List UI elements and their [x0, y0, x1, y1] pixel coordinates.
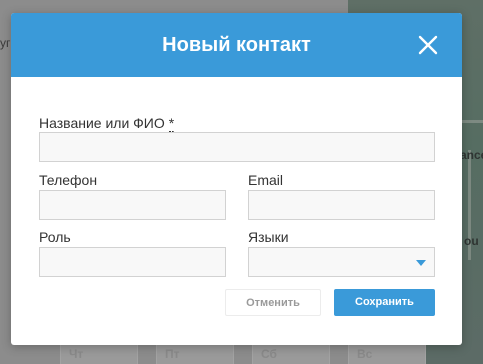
languages-label: Языки	[248, 229, 289, 245]
phone-label: Телефон	[39, 172, 98, 188]
close-icon	[418, 35, 438, 55]
save-button[interactable]: Сохранить	[334, 289, 435, 316]
new-contact-dialog: Новый контакт Название или ФИО * Телефон …	[11, 13, 462, 345]
map-label: ou	[464, 234, 479, 248]
required-mark: *	[168, 115, 175, 133]
dialog-header: Новый контакт	[11, 13, 462, 77]
map-label: ance	[460, 148, 483, 162]
role-label: Роль	[39, 229, 71, 245]
name-input[interactable]	[39, 132, 435, 162]
email-label: Email	[248, 172, 284, 188]
languages-select[interactable]	[248, 247, 435, 277]
phone-input[interactable]	[39, 190, 226, 220]
name-label-text: Название или ФИО	[39, 115, 165, 131]
name-label: Название или ФИО *	[39, 115, 175, 133]
chevron-down-icon	[416, 260, 426, 266]
cancel-button[interactable]: Отменить	[225, 289, 321, 316]
close-button[interactable]	[416, 33, 440, 57]
background-text: уг	[0, 36, 11, 50]
role-input[interactable]	[39, 247, 226, 277]
dialog-title: Новый контакт	[162, 34, 311, 56]
email-input[interactable]	[248, 190, 435, 220]
